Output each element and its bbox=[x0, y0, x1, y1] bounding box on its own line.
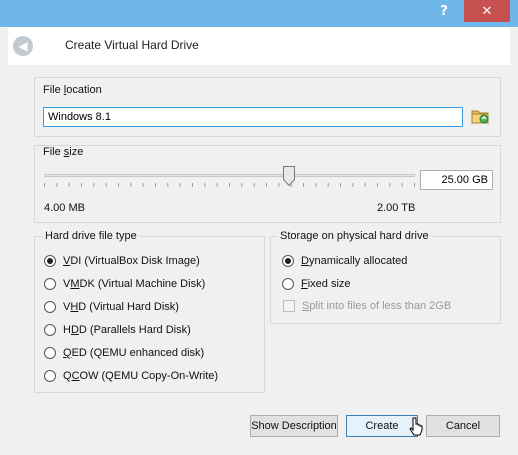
title-bar[interactable]: ? ✕ bbox=[0, 0, 518, 27]
radio-button bbox=[44, 301, 56, 313]
radio-dynamically-allocated-label: Dynamically allocated bbox=[301, 255, 408, 267]
radio-button bbox=[282, 278, 294, 290]
radio-button bbox=[44, 255, 56, 267]
radio-vmdk-label: VMDK (Virtual Machine Disk) bbox=[63, 278, 206, 290]
radio-vdi[interactable]: VDI (VirtualBox Disk Image) bbox=[44, 255, 200, 267]
radio-selected-dot bbox=[285, 258, 291, 264]
radio-vhd-label: VHD (Virtual Hard Disk) bbox=[63, 301, 179, 313]
back-button[interactable]: ◀ bbox=[13, 36, 33, 56]
close-button[interactable]: ✕ bbox=[464, 0, 510, 22]
radio-vmdk[interactable]: VMDK (Virtual Machine Disk) bbox=[44, 278, 205, 290]
radio-qcow-label: QCOW (QEMU Copy-On-Write) bbox=[63, 370, 219, 382]
help-button[interactable]: ? bbox=[430, 0, 458, 22]
slider-ticks bbox=[44, 183, 415, 187]
split-files-label: Split into files of less than 2GB bbox=[302, 300, 452, 312]
size-max-label: 2.00 TB bbox=[377, 202, 416, 214]
wizard-header: ◀ Create Virtual Hard Drive bbox=[8, 27, 510, 65]
radio-hdd[interactable]: HDD (Parallels Hard Disk) bbox=[44, 324, 191, 336]
radio-qed[interactable]: QED (QEMU enhanced disk) bbox=[44, 347, 204, 359]
folder-icon[interactable] bbox=[471, 107, 489, 125]
radio-vhd[interactable]: VHD (Virtual Hard Disk) bbox=[44, 301, 179, 313]
radio-selected-dot bbox=[47, 258, 53, 264]
radio-button bbox=[44, 370, 56, 382]
file-size-slider[interactable] bbox=[44, 174, 415, 177]
file-size-label: File size bbox=[43, 146, 84, 158]
radio-qed-label: QED (QEMU enhanced disk) bbox=[63, 347, 205, 359]
storage-title: Storage on physical hard drive bbox=[278, 230, 431, 242]
radio-hdd-label: HDD (Parallels Hard Disk) bbox=[63, 324, 191, 336]
file-size-input[interactable] bbox=[420, 170, 493, 190]
file-type-title: Hard drive file type bbox=[43, 230, 139, 242]
radio-fixed-size[interactable]: Fixed size bbox=[282, 278, 351, 290]
cancel-button[interactable]: Cancel bbox=[426, 415, 500, 437]
radio-button bbox=[44, 347, 56, 359]
radio-dynamically-allocated[interactable]: Dynamically allocated bbox=[282, 255, 407, 267]
radio-button bbox=[44, 278, 56, 290]
checkbox-box bbox=[283, 300, 295, 312]
size-min-label: 4.00 MB bbox=[44, 202, 85, 214]
page-title: Create Virtual Hard Drive bbox=[65, 38, 199, 52]
radio-button bbox=[44, 324, 56, 336]
radio-qcow[interactable]: QCOW (QEMU Copy-On-Write) bbox=[44, 370, 218, 382]
file-location-input[interactable] bbox=[43, 107, 463, 127]
arrow-left-icon: ◀ bbox=[18, 39, 28, 53]
show-description-button[interactable]: Show Description bbox=[250, 415, 338, 437]
radio-button bbox=[282, 255, 294, 267]
file-location-label: File location bbox=[43, 84, 102, 96]
mouse-cursor-icon bbox=[409, 417, 423, 436]
radio-fixed-size-label: Fixed size bbox=[301, 278, 351, 290]
radio-vdi-label: VDI (VirtualBox Disk Image) bbox=[63, 255, 200, 267]
button-bar: Show Description Create Cancel bbox=[0, 403, 518, 455]
create-virtual-hard-drive-dialog: ? ✕ ◀ Create Virtual Hard Drive File loc… bbox=[0, 0, 518, 455]
split-files-checkbox[interactable]: Split into files of less than 2GB bbox=[283, 300, 451, 312]
create-button[interactable]: Create bbox=[346, 415, 418, 437]
slider-thumb[interactable] bbox=[282, 166, 295, 186]
close-icon: ✕ bbox=[481, 3, 493, 19]
